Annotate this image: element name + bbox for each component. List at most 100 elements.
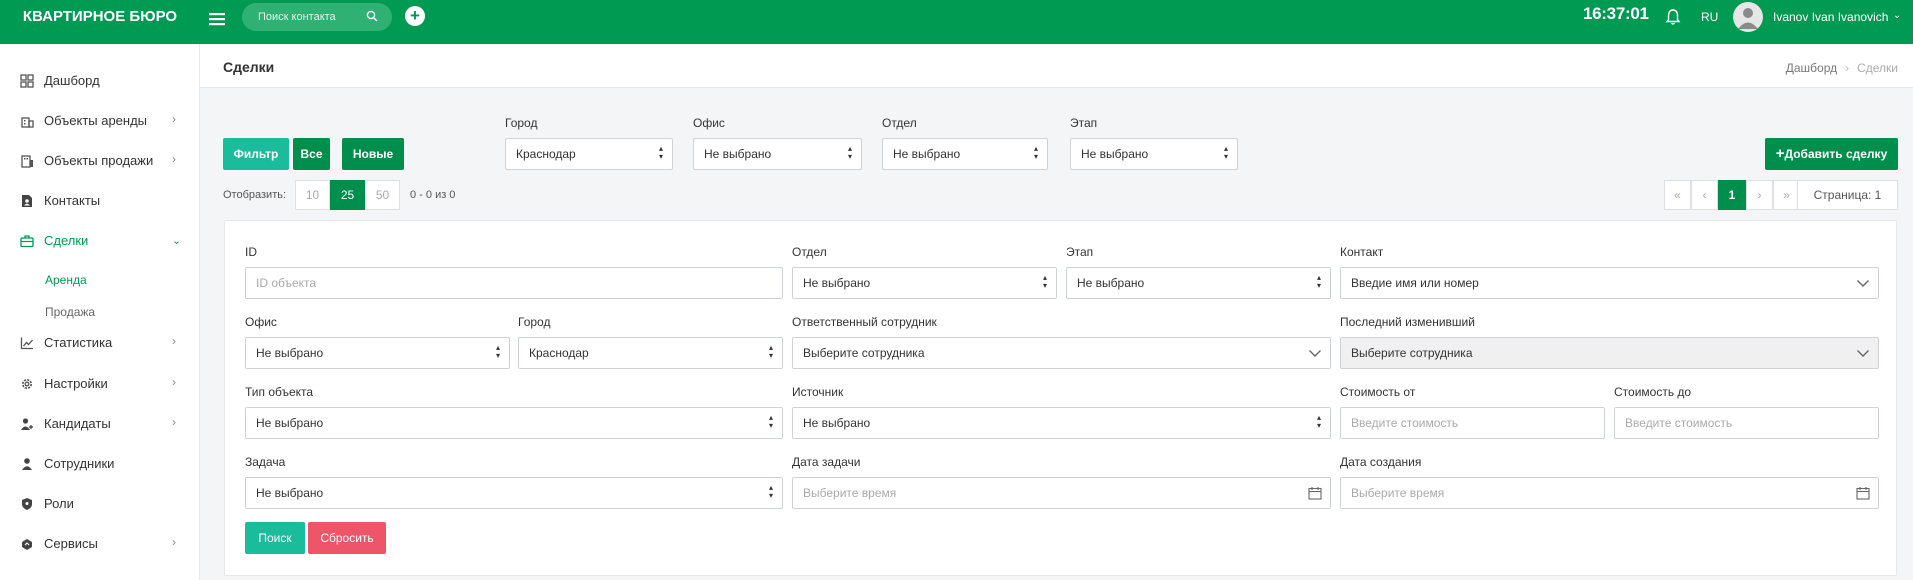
page-size-25[interactable]: 25 [330, 180, 365, 210]
f-city-select[interactable]: Краснодар [518, 337, 783, 369]
city-label: Город [505, 116, 538, 130]
page-header: Сделки Дашборд › Сделки [200, 44, 1913, 88]
avatar[interactable] [1733, 2, 1763, 32]
breadcrumb-separator-icon: › [1845, 61, 1850, 75]
sidebar-item-services[interactable]: Сервисы › [0, 529, 200, 559]
responsible-select[interactable]: Выберите сотрудника [792, 337, 1331, 369]
sidebar-subitem-rent[interactable]: Аренда [45, 273, 87, 287]
services-icon [22, 539, 32, 550]
chevron-down-icon: ⌄ [172, 235, 182, 247]
f-department-select[interactable]: Не выбрано [792, 267, 1057, 299]
new-button[interactable]: Новые [342, 138, 404, 170]
page-title: Сделки [223, 59, 275, 75]
breadcrumb-link-dashboard[interactable]: Дашборд [1786, 61, 1837, 75]
object-type-select[interactable]: Не выбрано [245, 407, 783, 439]
filter-panel: ID Отдел Не выбрано Этап Не выбрано Конт… [224, 220, 1897, 576]
language-switch[interactable]: RU [1701, 10, 1718, 24]
filter-button[interactable]: Фильтр [223, 138, 289, 170]
f-stage-select[interactable]: Не выбрано [1066, 267, 1331, 299]
bell-icon[interactable] [1665, 8, 1681, 26]
first-page-button[interactable]: « [1664, 180, 1691, 210]
search-icon[interactable] [366, 10, 378, 22]
contact-select[interactable]: Введие имя или номер [1340, 267, 1879, 299]
source-label: Источник [792, 385, 844, 399]
price-from-label: Стоимость от [1340, 385, 1416, 399]
sidebar-item-label: Объекты продажи [44, 153, 154, 168]
contact-label: Контакт [1340, 245, 1384, 259]
price-from-input[interactable] [1341, 408, 1604, 438]
sidebar-item-label: Сотрудники [44, 456, 115, 471]
contact-card-icon [22, 195, 32, 207]
sidebar-item-statistics[interactable]: Статистика › [0, 328, 200, 358]
sidebar-item-candidates[interactable]: Кандидаты › [0, 409, 200, 439]
object-type-value: Не выбрано [256, 416, 324, 430]
created-date-input[interactable] [1341, 478, 1878, 508]
f-office-select[interactable]: Не выбрано [245, 337, 510, 369]
calendar-icon[interactable] [1308, 486, 1322, 500]
chevron-right-icon: › [172, 535, 176, 549]
sidebar-subitem-sale[interactable]: Продажа [45, 305, 95, 319]
chevron-down-icon[interactable]: ⌄ [1893, 10, 1901, 21]
chevron-down-icon [1857, 350, 1869, 357]
department-select-value: Не выбрано [893, 147, 961, 161]
user-icon [22, 458, 32, 470]
next-page-button[interactable]: › [1746, 180, 1773, 210]
department-select[interactable]: Не выбрано [882, 138, 1048, 170]
stage-select[interactable]: Не выбрано [1070, 138, 1238, 170]
chevron-down-icon [1857, 280, 1869, 287]
search-button[interactable]: Поиск [245, 522, 305, 554]
f-stage-label: Этап [1066, 245, 1094, 259]
stage-select-value: Не выбрано [1081, 147, 1149, 161]
add-deal-button[interactable]: +Добавить сделку [1765, 138, 1898, 170]
user-name[interactable]: Ivanov Ivan Ivanovich [1773, 10, 1888, 24]
breadcrumb-current: Сделки [1857, 61, 1898, 75]
f-stage-value: Не выбрано [1077, 276, 1145, 290]
chevron-right-icon: › [172, 415, 176, 429]
sidebar-item-employees[interactable]: Сотрудники [0, 449, 200, 479]
f-office-label: Офис [245, 315, 277, 329]
responsible-label: Ответственный сотрудник [792, 315, 937, 329]
sidebar-item-label: Роли [44, 496, 74, 511]
city-select[interactable]: Краснодар▲ [505, 138, 673, 170]
current-page[interactable]: 1 [1718, 180, 1746, 210]
city-select-value: Краснодар [516, 147, 576, 161]
calendar-icon[interactable] [1856, 486, 1870, 500]
sidebar-item-settings[interactable]: Настройки › [0, 369, 200, 399]
chevron-right-icon: › [172, 152, 176, 166]
chevron-right-icon: › [172, 375, 176, 389]
sidebar-item-rent-objects[interactable]: Объекты аренды › [0, 106, 200, 136]
page-size-10[interactable]: 10 [295, 180, 330, 210]
all-button[interactable]: Все [293, 138, 330, 170]
source-select[interactable]: Не выбрано [792, 407, 1331, 439]
sidebar-item-contacts[interactable]: Контакты [0, 186, 200, 216]
sidebar-item-label: Дашборд [44, 73, 100, 88]
prev-page-button[interactable]: ‹ [1691, 180, 1718, 210]
last-page-button[interactable]: » [1773, 180, 1800, 210]
office-select[interactable]: Не выбрано [693, 138, 862, 170]
sidebar-item-label: Статистика [44, 335, 113, 350]
stage-label: Этап [1070, 116, 1098, 130]
object-type-label: Тип объекта [245, 385, 314, 399]
office-select-value: Не выбрано [704, 147, 772, 161]
price-to-input[interactable] [1615, 408, 1878, 438]
sidebar-item-dashboard[interactable]: Дашборд [0, 66, 200, 96]
add-circle-icon[interactable]: + [405, 6, 425, 26]
hamburger-menu-icon[interactable] [208, 10, 226, 28]
reset-button[interactable]: Сбросить [308, 522, 386, 554]
id-input[interactable] [246, 268, 782, 298]
last-modifier-select[interactable]: Выберите сотрудника [1340, 337, 1879, 369]
sidebar-item-label: Настройки [44, 376, 108, 391]
sidebar-item-deals[interactable]: Сделки ⌄ [0, 226, 200, 256]
task-select[interactable]: Не выбрано [245, 477, 783, 509]
brand-logo[interactable]: КВАРТИРНОЕ БЮРО [0, 0, 200, 44]
sidebar-item-roles[interactable]: Роли [0, 489, 200, 519]
clock: 16:37:01 [1583, 4, 1649, 23]
office-label: Офис [693, 116, 725, 130]
page-size-label: Отобразить: [223, 189, 287, 201]
task-date-input[interactable] [793, 478, 1330, 508]
responsible-value: Выберите сотрудника [803, 346, 925, 360]
sidebar-item-sale-objects[interactable]: Объекты продажи › [0, 146, 200, 176]
task-label: Задача [245, 455, 286, 469]
page-size-50[interactable]: 50 [365, 180, 400, 210]
chevron-right-icon: › [172, 112, 176, 126]
